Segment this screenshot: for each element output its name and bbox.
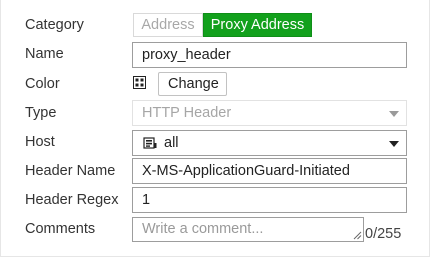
type-label: Type xyxy=(25,105,57,121)
comments-label: Comments xyxy=(25,221,96,237)
host-select-value: all xyxy=(164,135,179,151)
comments-placeholder: Write a comment... xyxy=(142,221,264,237)
header-name-input[interactable]: X-MS-ApplicationGuard-Initiated xyxy=(132,158,407,184)
chevron-down-icon xyxy=(389,111,399,117)
host-select[interactable]: all xyxy=(132,130,407,156)
color-swatch-icon xyxy=(133,76,146,89)
type-select-value: HTTP Header xyxy=(142,105,232,121)
host-label: Host xyxy=(25,134,55,150)
name-input[interactable]: proxy_header xyxy=(132,42,407,68)
category-option-address[interactable]: Address xyxy=(133,13,203,37)
comments-char-counter: 0/255 xyxy=(365,226,402,242)
chevron-down-icon xyxy=(389,141,399,147)
category-label: Category xyxy=(25,17,84,33)
color-label: Color xyxy=(25,76,60,92)
header-name-label: Header Name xyxy=(25,163,116,179)
category-option-proxy-address[interactable]: Proxy Address xyxy=(203,13,312,37)
address-object-icon xyxy=(143,137,157,149)
header-regex-input[interactable]: 1 xyxy=(132,187,407,213)
type-select: HTTP Header xyxy=(132,100,407,126)
resize-handle-icon[interactable] xyxy=(353,231,362,240)
color-change-button[interactable]: Change xyxy=(158,72,227,96)
name-label: Name xyxy=(25,46,64,62)
comments-textarea[interactable]: Write a comment... xyxy=(132,217,364,242)
form-panel: Category Address Proxy Address Name prox… xyxy=(0,0,430,257)
header-regex-label: Header Regex xyxy=(25,192,119,208)
